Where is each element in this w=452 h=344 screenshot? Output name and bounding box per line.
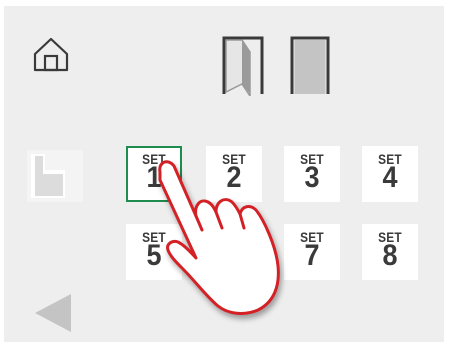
layout-button[interactable] [27, 150, 83, 202]
set-button-7[interactable]: SET 7 [284, 224, 340, 280]
door-closed-icon [290, 36, 330, 94]
set-button-4[interactable]: SET 4 [362, 146, 418, 202]
set-button-6[interactable]: SET 6 [206, 224, 262, 280]
set-button-3[interactable]: SET 3 [284, 146, 340, 202]
home-icon [33, 37, 69, 72]
set-number: 5 [146, 239, 162, 272]
set-number: 6 [226, 239, 242, 272]
back-button[interactable] [33, 292, 73, 334]
door-open-button[interactable] [222, 36, 264, 99]
screen: SET 1 SET 2 SET 3 SET 4 SET 5 SET 6 SET … [0, 0, 452, 344]
set-button-8[interactable]: SET 8 [362, 224, 418, 280]
set-number: 8 [382, 239, 398, 272]
set-number: 3 [304, 161, 320, 194]
set-button-1[interactable]: SET 1 [126, 146, 182, 202]
door-open-icon [222, 36, 264, 99]
set-button-5[interactable]: SET 5 [126, 224, 182, 280]
home-button[interactable] [31, 34, 71, 74]
door-closed-button[interactable] [290, 36, 330, 96]
set-number: 2 [226, 161, 242, 194]
set-number: 4 [382, 161, 398, 194]
set-number: 7 [304, 239, 320, 272]
set-button-2[interactable]: SET 2 [206, 146, 262, 202]
back-arrow-icon [35, 294, 71, 332]
layout-icon [27, 150, 83, 202]
set-number: 1 [146, 161, 162, 194]
